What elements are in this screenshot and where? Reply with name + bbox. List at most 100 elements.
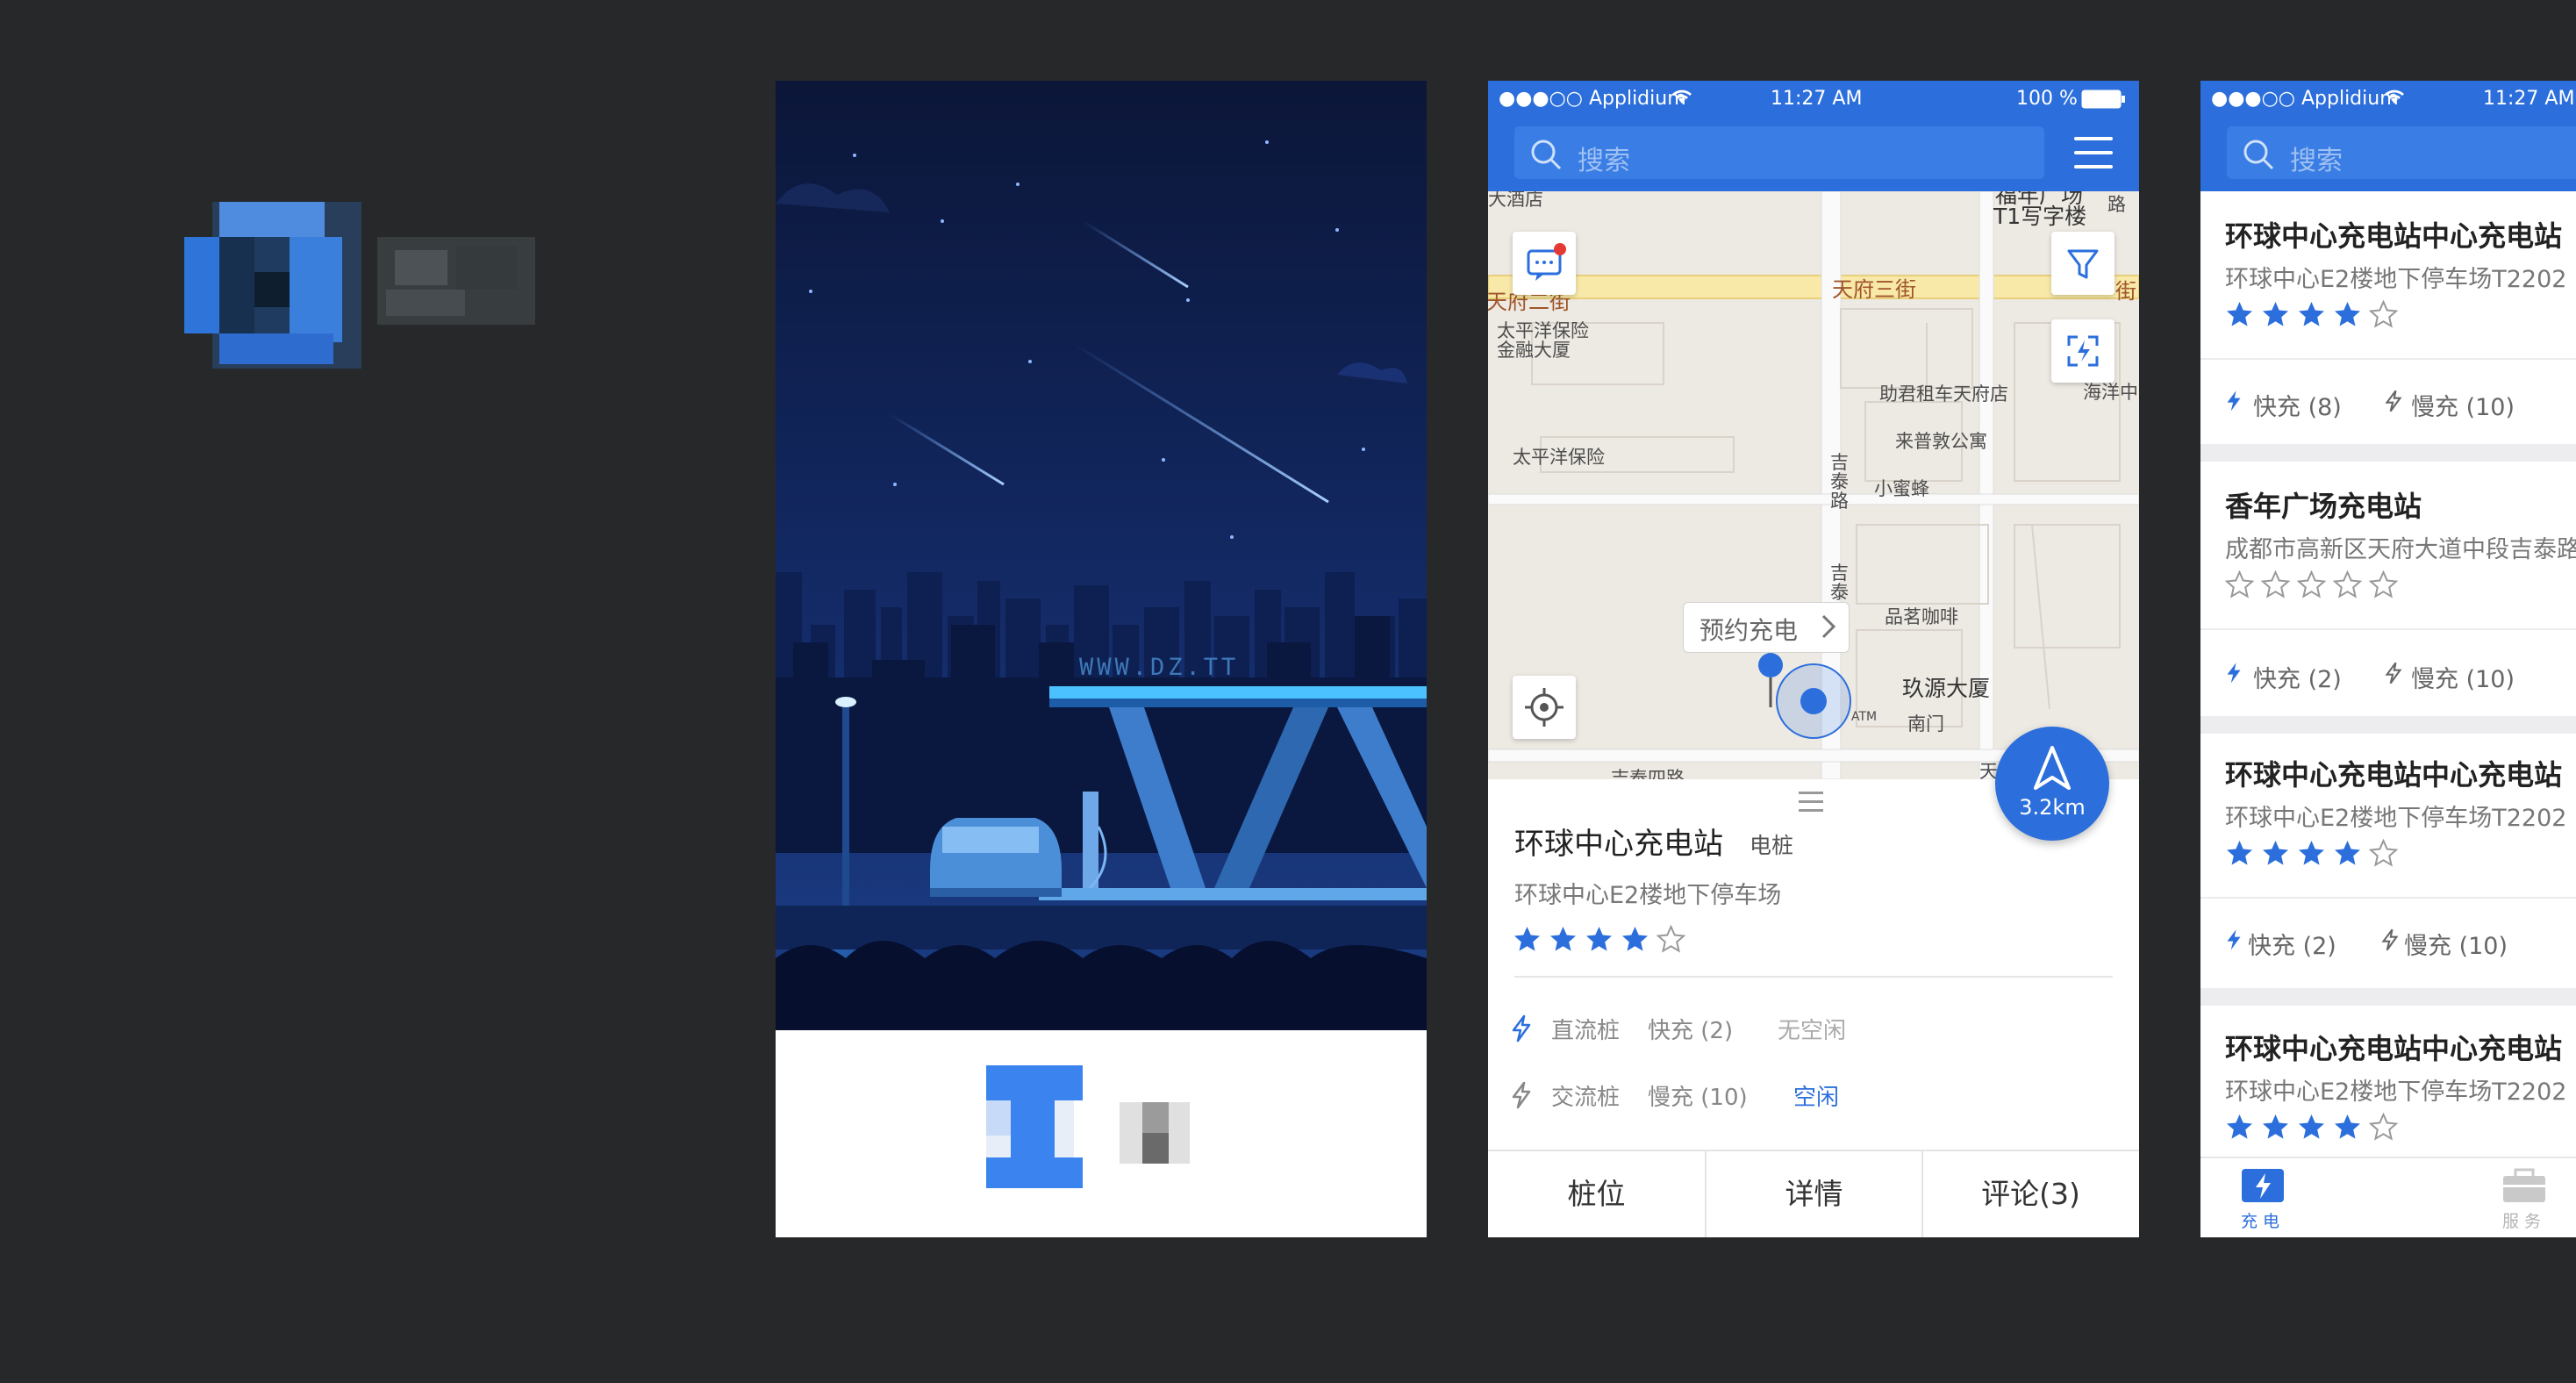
search-placeholder: 搜索 xyxy=(2290,146,2343,176)
nav-charge-label: 充电 xyxy=(2240,1212,2285,1231)
star-filled-icon xyxy=(2299,302,2324,326)
rating-stars xyxy=(2225,839,2398,868)
star-filled-icon xyxy=(2335,841,2360,865)
item-address: 成都市高新区天府大道中段吉泰路 xyxy=(2225,536,2576,563)
item-address: 环球中心E2楼地下停车场T2202 xyxy=(2225,266,2567,293)
search-input[interactable]: 搜索 xyxy=(1514,126,2044,179)
detail-tabs: 桩位 详情 评论(3) xyxy=(1488,1150,2139,1237)
night-city-illustration xyxy=(776,81,1427,1030)
reserve-charge-label: 预约充电 xyxy=(1699,616,1799,645)
poi-laipu: 来普敦公寓 xyxy=(1895,431,1987,452)
rating-stars xyxy=(1513,925,1685,954)
poi-jiuyuan: 玖源大厦 xyxy=(1902,676,1991,701)
navigation-arrow-icon xyxy=(2034,746,2071,790)
list-item[interactable]: 香年广场充电站 成都市高新区天府大道中段吉泰路 快充 (2) 慢充 (10) xyxy=(2200,462,2576,716)
tab-piles[interactable]: 桩位 xyxy=(1488,1151,1705,1237)
star-empty-icon xyxy=(1657,925,1685,953)
star-filled-icon xyxy=(2227,841,2252,865)
scan-button[interactable] xyxy=(2051,319,2114,383)
locate-icon xyxy=(1525,688,1563,727)
search-input[interactable]: 搜索 xyxy=(2227,126,2576,179)
star-empty-icon xyxy=(2369,300,2398,328)
fast-charge-count: 快充 (2) xyxy=(2248,933,2336,960)
tab-details[interactable]: 详情 xyxy=(1705,1151,1921,1237)
drag-handle-icon[interactable] xyxy=(1799,792,1825,813)
poi-taipingyang-1: 太平洋保险 xyxy=(1497,320,1589,341)
app-header: 搜索 xyxy=(2200,116,2576,191)
map-view[interactable]: 大酒店 福年广场 T1写字楼 路 天府二街 天府三街 街 太平洋保险 金融大厦 … xyxy=(1488,191,2139,779)
bolt-icon xyxy=(2227,391,2241,412)
station-detail-card[interactable]: 3.2km 环球中心充电站 电桩 环球中心E2楼地下停车场 直流桩 快充 (2)… xyxy=(1488,727,2139,1237)
list-separator xyxy=(2200,444,2576,462)
message-button[interactable] xyxy=(1513,232,1576,295)
search-icon xyxy=(2243,140,2274,170)
nav-service-label: 服务 xyxy=(2501,1212,2546,1231)
bolt-icon xyxy=(1512,1081,1531,1109)
reserve-charge-bubble[interactable]: 预约充电 xyxy=(1683,602,1850,653)
star-empty-icon xyxy=(2369,1113,2398,1141)
list-separator xyxy=(2200,716,2576,734)
tab-comments[interactable]: 评论(3) xyxy=(1921,1151,2138,1237)
list-item[interactable]: 环球中心充电站中心充电站 环球中心E2楼地下停车场T2202 快充 (2) 慢充… xyxy=(2200,734,2576,988)
poi-nanmen: 南门 xyxy=(1907,713,1944,734)
star-filled-icon xyxy=(2227,302,2252,326)
wifi-icon xyxy=(1672,90,1692,104)
poi-funian-2: T1写字楼 xyxy=(1993,204,2087,229)
star-filled-icon xyxy=(2263,841,2288,865)
battery-icon xyxy=(2081,90,2125,109)
poi-taipingyang-3: 太平洋保险 xyxy=(1513,447,1605,468)
slow-charge-count: 慢充 (10) xyxy=(2411,666,2515,693)
splash-screen: WWW.DZ.TT xyxy=(776,81,1427,1237)
carrier-label: ●●●○○ Applidium xyxy=(1499,88,1686,110)
item-address: 环球中心E2楼地下停车场T2202 xyxy=(2225,1078,2567,1106)
road-label-right: 路 xyxy=(2107,194,2126,215)
road-label-jitai-bottom: 吉泰四路 xyxy=(1611,768,1685,779)
item-address: 环球中心E2楼地下停车场T2202 xyxy=(2225,805,2567,832)
brand-logo xyxy=(175,193,544,369)
ac-pile-status: 空闲 xyxy=(1793,1085,1840,1111)
poi-atm: ATM xyxy=(1851,710,1878,724)
carrier-label: ●●●○○ Applidium xyxy=(2211,88,2399,110)
search-icon xyxy=(1531,140,1562,170)
locate-button[interactable] xyxy=(1513,676,1576,739)
road-label-jitai: 吉泰路 xyxy=(1830,452,1849,512)
bottom-nav: 充电 服务 xyxy=(2200,1157,2576,1237)
item-title: 环球中心充电站中心充电站 xyxy=(2225,1032,2563,1065)
rating-stars xyxy=(2225,1113,2398,1142)
search-placeholder: 搜索 xyxy=(1578,146,1630,176)
battery-label: 100 % xyxy=(2016,88,2078,110)
poi-zhujun: 助君租车天府店 xyxy=(1879,383,2008,405)
toolbox-icon xyxy=(2503,1168,2545,1202)
splash-footer xyxy=(776,1030,1427,1237)
divider xyxy=(2200,897,2576,899)
list-item[interactable]: 环球中心充电站中心充电站 环球中心E2楼地下停车场T2202 xyxy=(2200,1006,2576,1157)
filter-button[interactable] xyxy=(2051,232,2114,295)
navigate-button[interactable]: 3.2km xyxy=(1995,727,2109,841)
poi-pinming: 品茗咖啡 xyxy=(1885,606,1958,627)
poi-haiyang: 海洋中 xyxy=(2083,382,2138,403)
slow-charge-count: 慢充 (10) xyxy=(2404,933,2508,960)
star-empty-icon xyxy=(2261,570,2290,598)
station-address: 环球中心E2楼地下停车场 xyxy=(1514,882,1782,909)
dc-pile-count: 快充 (2) xyxy=(1648,1018,1734,1044)
bolt-icon xyxy=(2227,663,2241,684)
nav-service[interactable]: 服务 xyxy=(2467,1167,2576,1232)
list-item[interactable]: 环球中心充电站中心充电站 环球中心E2楼地下停车场T2202 快充 (8) 慢充… xyxy=(2200,191,2576,444)
star-empty-icon xyxy=(2333,570,2362,598)
app-header: 搜索 xyxy=(1488,116,2139,191)
bolt-icon xyxy=(1512,1014,1531,1043)
rating-stars xyxy=(2225,300,2398,329)
bolt-icon xyxy=(2227,929,2241,950)
star-filled-icon xyxy=(2227,1114,2252,1139)
star-filled-icon xyxy=(1514,927,1540,951)
nav-charge[interactable]: 充电 xyxy=(2206,1167,2320,1232)
ac-pile-count: 慢充 (10) xyxy=(1648,1085,1748,1111)
bolt-icon xyxy=(2381,928,2399,951)
filter-icon xyxy=(2067,249,2099,279)
item-title: 环球中心充电站中心充电站 xyxy=(2225,219,2563,253)
station-type: 电桩 xyxy=(1750,833,1794,858)
star-filled-icon xyxy=(2335,302,2360,326)
menu-icon[interactable] xyxy=(2074,137,2113,168)
time-label: 11:27 AM xyxy=(1771,88,1863,110)
current-location-icon xyxy=(1776,663,1851,739)
